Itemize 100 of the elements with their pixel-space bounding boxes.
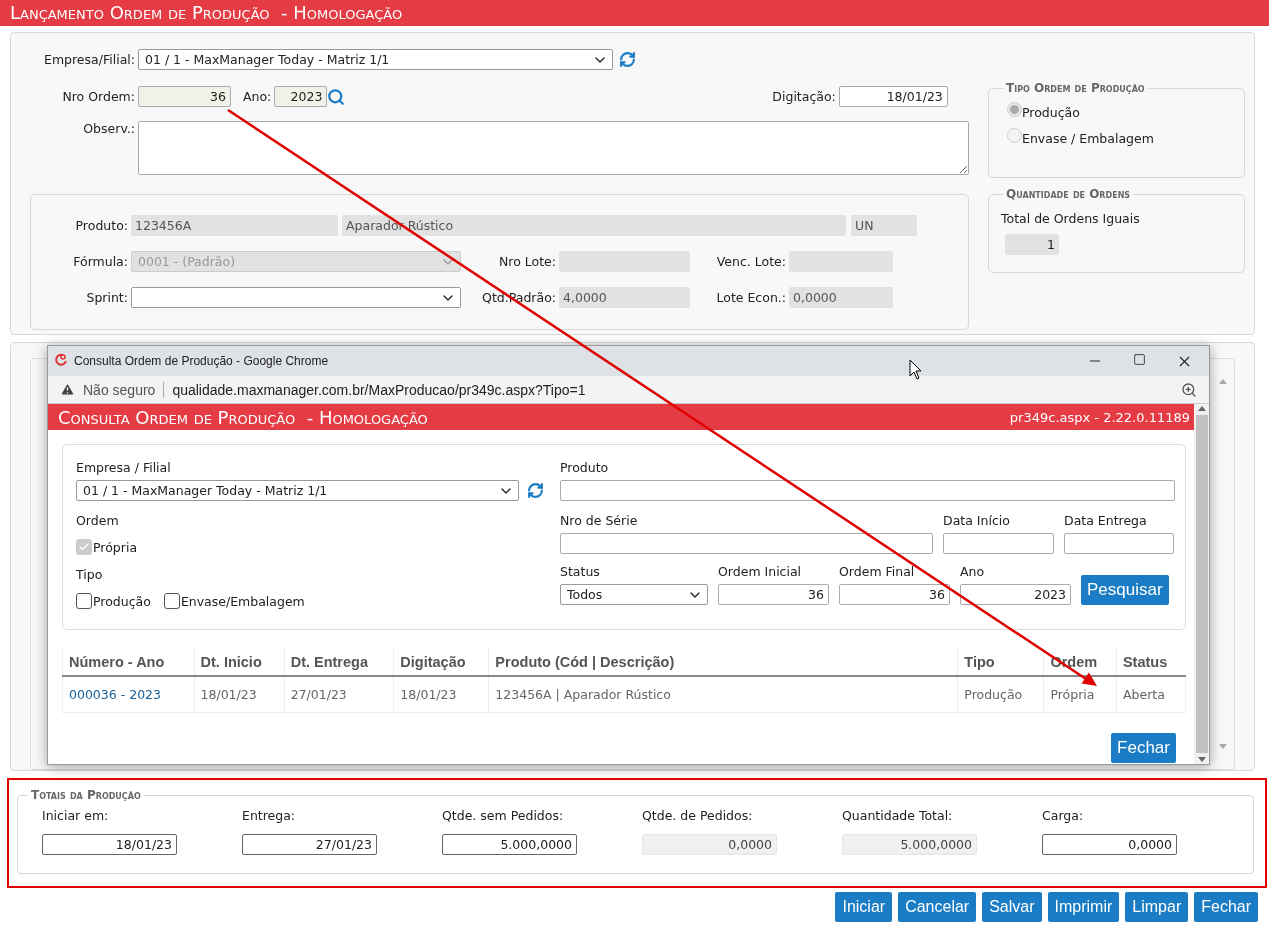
column-header: Dt. Entrega [284, 648, 394, 676]
field-label: Iniciar em: [42, 808, 110, 823]
checkbox[interactable] [163, 593, 180, 609]
field-label: Ano: [243, 89, 273, 104]
company-select[interactable]: 01 / 1 - MaxManager Today - Matriz 1/1 [76, 480, 519, 501]
notes-field[interactable] [138, 121, 969, 175]
action-button[interactable]: Imprimir [1047, 892, 1120, 922]
date-field[interactable]: 18/01/23 [838, 86, 948, 107]
popup-title: Consulta Ordem de Produção - Homologação [58, 406, 428, 428]
window-title: Consulta Ordem de Produção - Google Chrome [74, 354, 329, 368]
table-cell: 18/01/23 [194, 676, 285, 712]
action-button[interactable]: Cancelar [898, 892, 977, 922]
status-select[interactable]: Todos [560, 584, 708, 605]
field-label: Ano [960, 562, 986, 581]
scroll-up-icon[interactable] [1219, 379, 1227, 384]
field-label: Ordem Final [839, 562, 916, 581]
checkbox-label: Própria [93, 539, 138, 555]
total-field[interactable]: 27/01/23 [242, 834, 377, 855]
total-field[interactable]: 18/01/23 [42, 834, 177, 855]
checkbox-label: Envase/Embalagem [180, 593, 305, 609]
table-cell: 27/01/23 [284, 676, 394, 712]
field-label: Observ.: [82, 121, 136, 136]
search-icon[interactable] [327, 87, 346, 106]
radio-button[interactable] [1007, 128, 1022, 143]
warning-icon [60, 382, 75, 397]
close-button[interactable]: Fechar [1111, 732, 1176, 763]
total-field[interactable]: 0,0000 [1042, 834, 1177, 855]
column-header: Número - Ano [62, 648, 195, 676]
sprint-select[interactable] [131, 287, 461, 308]
field-label: Data Entrega [1064, 511, 1148, 530]
checkbox[interactable] [76, 593, 92, 609]
field-label: Qtde. de Pedidos: [642, 808, 754, 823]
scroll-up-icon[interactable] [1197, 406, 1206, 411]
field-label: Empresa / Filial [76, 458, 172, 477]
scroll-down-icon[interactable] [1197, 757, 1206, 762]
field-label: Ordem [76, 511, 120, 530]
cursor-icon [909, 359, 922, 380]
zoom-icon[interactable] [1181, 381, 1197, 398]
product-field[interactable] [560, 480, 1175, 501]
field-label: Sprint: [85, 290, 129, 305]
serial-number-field[interactable] [560, 533, 933, 554]
field-label: Entrega: [242, 808, 297, 823]
economic-lot-field[interactable]: 0,0000 [789, 287, 893, 308]
group-title: Tipo Ordem de Produção [1005, 81, 1146, 95]
checkbox-label: Produção [93, 593, 151, 609]
column-header: Tipo [957, 648, 1044, 676]
field-label: Carga: [1042, 808, 1085, 823]
table-cell: 123456A | Aparador Rústico [488, 676, 958, 712]
column-header: Dt. Inicio [194, 648, 285, 676]
field-label: Digitação: [772, 89, 837, 104]
field-label: Produto [560, 458, 610, 477]
year-field[interactable]: 2023 [274, 86, 328, 107]
delivery-date-field[interactable] [1064, 533, 1174, 554]
table-cell: Aberta [1116, 676, 1186, 712]
field-label: Nro Lote: [497, 254, 557, 269]
product-code-field[interactable]: 123456A [131, 215, 338, 236]
field-label: Qtde. sem Pedidos: [442, 808, 565, 823]
field-label: Nro de Série [560, 511, 639, 530]
table-cell: Produção [957, 676, 1044, 712]
action-button[interactable]: Salvar [982, 892, 1042, 922]
total-field[interactable]: 5.000,0000 [442, 834, 577, 855]
column-header: Digitação [393, 648, 489, 676]
column-header: Produto (Cód | Descrição) [488, 648, 958, 676]
group-title: Quantidade de Ordens [1005, 187, 1132, 201]
order-number-field[interactable]: 36 [138, 86, 231, 107]
field-label: Fórmula: [72, 254, 129, 269]
scroll-down-icon[interactable] [1219, 744, 1227, 749]
field-label: Nro Ordem: [61, 89, 136, 104]
field-label: Lote Econ.: [715, 290, 787, 305]
unit-field[interactable]: UN [851, 215, 917, 236]
action-button[interactable]: Limpar [1125, 892, 1189, 922]
field-label: Tipo [76, 565, 104, 584]
field-label: Empresa/Filial: [43, 52, 136, 67]
refresh-icon[interactable] [527, 482, 544, 499]
group-title: Totais da Produção [30, 788, 142, 802]
start-date-field[interactable] [943, 533, 1054, 554]
company-select[interactable]: 01 / 1 - MaxManager Today - Matriz 1/1 [138, 49, 613, 70]
action-button[interactable]: Iniciar [835, 892, 893, 922]
year-field[interactable]: 2023 [960, 584, 1071, 605]
total-orders-field[interactable]: 1 [1005, 234, 1059, 255]
initial-order-field[interactable]: 36 [718, 584, 829, 605]
table-cell: 18/01/23 [393, 676, 489, 712]
action-button[interactable]: Fechar [1194, 892, 1258, 922]
url-text: qualidade.maxmanager.com.br/MaxProducao/pr349c.aspx?Tipo=1 [172, 381, 586, 398]
refresh-icon[interactable] [619, 51, 636, 68]
scrollbar-thumb[interactable] [1195, 415, 1208, 753]
maximize-icon[interactable] [1133, 352, 1146, 366]
version-text: pr349c.aspx - 2.22.0.11189 [1009, 409, 1190, 425]
radio-button[interactable] [1007, 102, 1022, 117]
field-label: Data Início [943, 511, 1011, 530]
final-order-field[interactable]: 36 [839, 584, 950, 605]
field-label: Venc. Lote: [715, 254, 787, 269]
check-icon [78, 541, 90, 553]
product-description-field[interactable]: Aparador Rústico [342, 215, 846, 236]
standard-quantity-field[interactable]: 4,0000 [559, 287, 690, 308]
field-label: Quantidade Total: [842, 808, 954, 823]
search-button[interactable]: Pesquisar [1081, 575, 1169, 605]
field-label: Produto: [74, 218, 129, 233]
app-logo-icon [54, 353, 68, 369]
column-header: Status [1116, 648, 1186, 676]
